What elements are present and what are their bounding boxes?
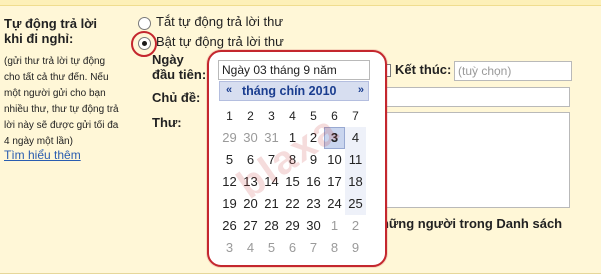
calendar-day[interactable]: 25 (345, 193, 366, 215)
calendar-day[interactable]: 19 (219, 193, 240, 215)
calendar-day[interactable]: 30 (303, 215, 324, 237)
first-day-input[interactable]: Ngày 03 tháng 9 năm (218, 60, 370, 80)
calendar-day[interactable]: 29 (282, 215, 303, 237)
calendar-day[interactable]: 2 (345, 215, 366, 237)
vacation-title-line1: Tự động trả lời (4, 16, 98, 31)
calendar-day[interactable]: 4 (345, 127, 366, 149)
calendar-day[interactable]: 9 (345, 237, 366, 259)
calendar-day[interactable]: 22 (282, 193, 303, 215)
vacation-title-line2: khi đi nghỉ: (4, 31, 74, 46)
calendar-day[interactable]: 29 (219, 127, 240, 149)
first-day-label: Ngày đầu tiên: (152, 52, 206, 82)
calendar-month-label: tháng chín 2010 (242, 84, 337, 98)
calendar-day[interactable]: 27 (240, 215, 261, 237)
subject-label: Chủ đề: (152, 90, 201, 105)
calendar-day[interactable]: 23 (303, 193, 324, 215)
calendar-day[interactable]: 16 (303, 171, 324, 193)
calendar-day[interactable]: 3 (219, 237, 240, 259)
weekday-header: 1 (226, 109, 233, 123)
vacation-help-text: (gửi thư trả lời tự động cho tất cả thư … (4, 56, 119, 147)
calendar-day[interactable]: 30 (240, 127, 261, 149)
calendar-day[interactable]: 11 (345, 149, 366, 171)
calendar-day[interactable]: 8 (324, 237, 345, 259)
calendar-day[interactable]: 5 (261, 237, 282, 259)
vacation-off-label[interactable]: Tắt tự động trả lời thư (156, 14, 283, 29)
prev-month-button[interactable]: « (226, 84, 232, 96)
weekday-header: 3 (268, 109, 275, 123)
subject-input[interactable] (370, 87, 570, 107)
weekday-header: 2 (247, 109, 254, 123)
calendar-day[interactable]: 4 (240, 237, 261, 259)
calendar-day[interactable]: 24 (324, 193, 345, 215)
calendar-day[interactable]: 28 (261, 215, 282, 237)
calendar-header: « tháng chín 2010 » (219, 81, 369, 101)
end-date-label: Kết thúc: (395, 62, 452, 77)
calendar-day[interactable]: 26 (219, 215, 240, 237)
body-textarea[interactable] (370, 112, 570, 208)
vacation-title: Tự động trả lời khi đi nghỉ: (4, 16, 97, 46)
calendar-day[interactable]: 18 (345, 171, 366, 193)
top-band (0, 0, 601, 6)
learn-more-link[interactable]: Tìm hiểu thêm (4, 148, 81, 162)
vacation-off-radio[interactable] (138, 17, 151, 30)
first-day-label-line1: Ngày (152, 52, 184, 67)
calendar-day[interactable]: 17 (324, 171, 345, 193)
vacation-on-label[interactable]: Bật tự động trả lời thư (156, 34, 284, 49)
end-date-input[interactable]: (tuỳ chọn) (454, 61, 572, 81)
calendar-day[interactable]: 7 (303, 237, 324, 259)
calendar-day[interactable]: 6 (282, 237, 303, 259)
next-month-button[interactable]: » (358, 84, 364, 96)
contacts-only-label[interactable]: những người trong Danh sách (373, 216, 562, 231)
first-day-label-line2: đầu tiên: (152, 67, 207, 82)
body-label: Thư: (152, 115, 182, 130)
weekday-header: 7 (352, 109, 359, 123)
vacation-on-radio[interactable] (138, 37, 151, 50)
calendar-day[interactable]: 1 (324, 215, 345, 237)
